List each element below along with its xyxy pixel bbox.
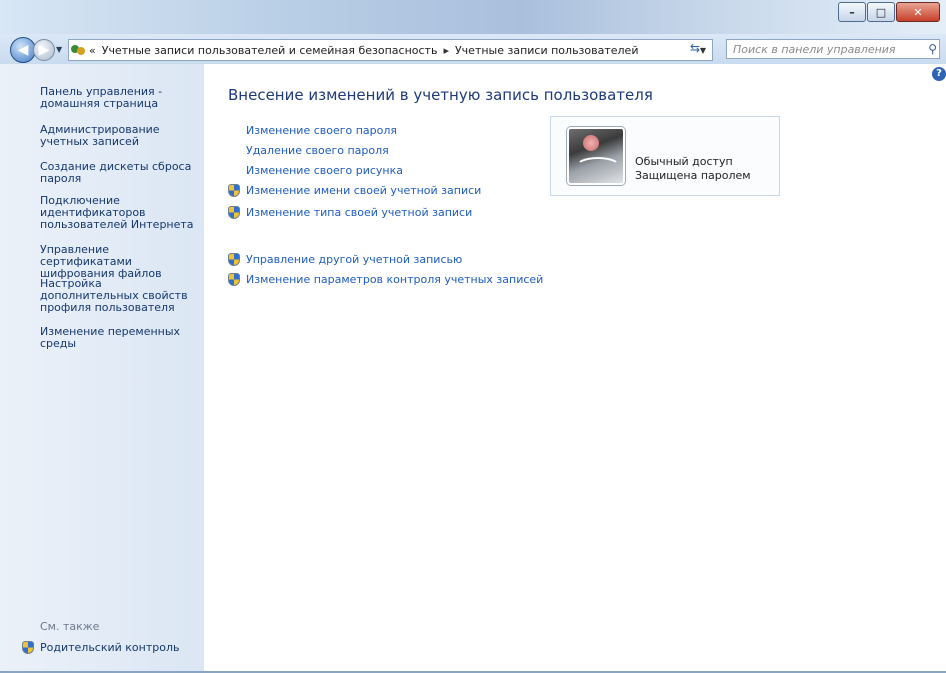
task-change-type[interactable]: Изменение типа своей учетной записи bbox=[246, 206, 472, 219]
close-button[interactable]: ✕ bbox=[896, 2, 940, 22]
recent-pages-dropdown-icon[interactable]: ▼ bbox=[56, 45, 62, 54]
avatar[interactable] bbox=[567, 127, 625, 185]
forward-button[interactable]: ▶ bbox=[33, 39, 55, 61]
breadcrumb-item[interactable]: Учетные записи пользователей и семейная … bbox=[102, 44, 438, 57]
sidebar-item-env-variables[interactable]: Изменение переменных среды bbox=[40, 326, 200, 350]
address-bar: ◀ ▶ ▼ « Учетные записи пользователей и с… bbox=[0, 34, 946, 64]
uac-shield-icon bbox=[228, 273, 240, 286]
sidebar-item-profile-properties[interactable]: Настройка дополнительных свойств профиля… bbox=[40, 278, 200, 314]
user-accounts-icon bbox=[71, 43, 85, 57]
parental-control-link[interactable]: Родительский контроль bbox=[22, 641, 180, 654]
parental-control-label: Родительский контроль bbox=[40, 641, 180, 654]
minimize-button[interactable]: – bbox=[838, 2, 866, 22]
search-input[interactable]: Поиск в панели управления ⚲ bbox=[726, 39, 940, 59]
uac-shield-icon bbox=[22, 641, 34, 654]
title-bar: – □ ✕ bbox=[0, 0, 946, 34]
task-change-password[interactable]: Изменение своего пароля bbox=[246, 124, 397, 137]
task-uac-settings[interactable]: Изменение параметров контроля учетных за… bbox=[246, 273, 543, 286]
maximize-button[interactable]: □ bbox=[867, 2, 895, 22]
task-change-name[interactable]: Изменение имени своей учетной записи bbox=[246, 184, 481, 197]
search-placeholder: Поиск в панели управления bbox=[733, 42, 896, 56]
help-icon[interactable]: ? bbox=[932, 67, 946, 81]
uac-shield-icon bbox=[228, 184, 240, 197]
breadcrumb-overflow-chevron[interactable]: « bbox=[89, 44, 96, 57]
sidebar-item-certificates[interactable]: Управление сертификатами шифрования файл… bbox=[40, 244, 200, 280]
sidebar: Панель управления - домашняя страница Ад… bbox=[0, 64, 204, 672]
address-field[interactable]: « Учетные записи пользователей и семейна… bbox=[68, 39, 713, 61]
sidebar-item-manage-accounts[interactable]: Администрирование учетных записей bbox=[40, 124, 200, 148]
page-title: Внесение изменений в учетную запись поль… bbox=[228, 86, 653, 104]
task-manage-other-account[interactable]: Управление другой учетной записью bbox=[246, 253, 462, 266]
uac-shield-icon bbox=[228, 253, 240, 266]
refresh-icon[interactable]: ⇆ bbox=[690, 41, 708, 57]
sidebar-item-reset-disk[interactable]: Создание дискеты сброса пароля bbox=[40, 161, 200, 185]
back-arrow-icon: ◀ bbox=[17, 42, 29, 58]
account-card: Обычный доступ Защищена паролем bbox=[550, 116, 780, 196]
window-controls: – □ ✕ bbox=[838, 2, 940, 22]
search-icon[interactable]: ⚲ bbox=[928, 42, 937, 56]
sidebar-item-online-ids[interactable]: Подключение идентификаторов пользователе… bbox=[40, 195, 200, 231]
task-change-picture[interactable]: Изменение своего рисунка bbox=[246, 164, 403, 177]
account-status: Защищена паролем bbox=[635, 169, 751, 182]
account-type: Обычный доступ bbox=[635, 155, 733, 168]
forward-arrow-icon: ▶ bbox=[38, 42, 50, 58]
task-remove-password[interactable]: Удаление своего пароля bbox=[246, 144, 389, 157]
uac-shield-icon bbox=[228, 206, 240, 219]
breadcrumb-item[interactable]: Учетные записи пользователей bbox=[455, 44, 639, 57]
see-also-label: См. также bbox=[40, 620, 100, 633]
breadcrumb-separator-icon[interactable]: ▸ bbox=[443, 44, 449, 57]
sidebar-item-home[interactable]: Панель управления - домашняя страница bbox=[40, 86, 200, 110]
